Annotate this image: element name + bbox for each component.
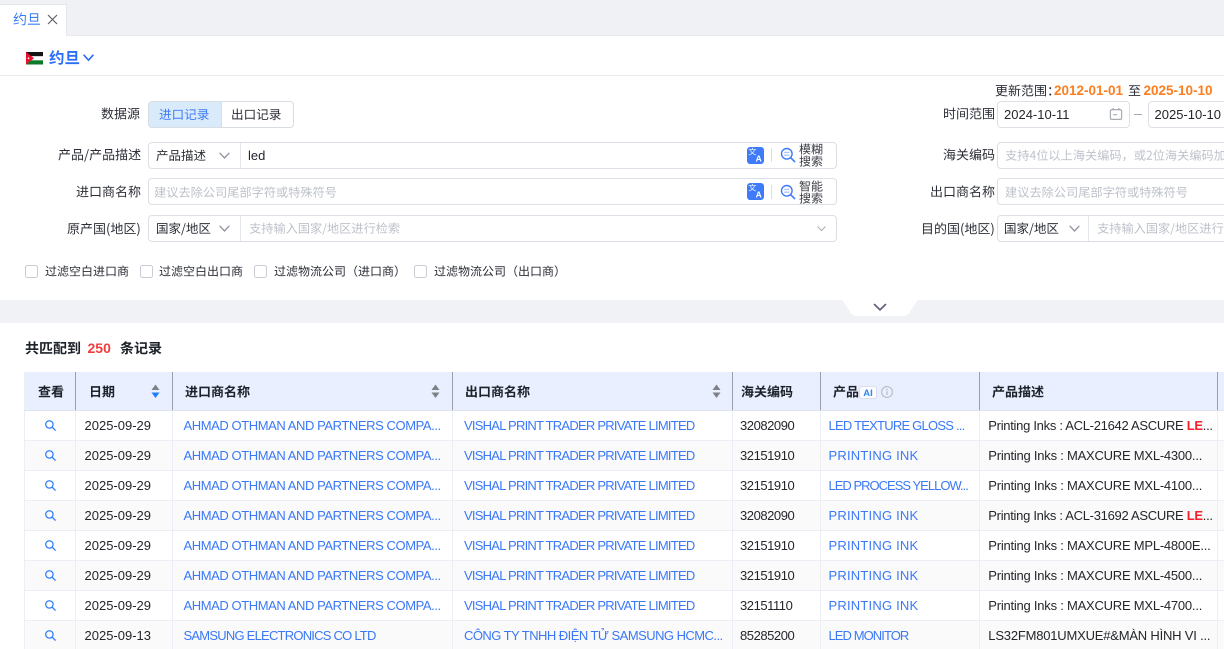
svg-text:A: A [755,153,761,163]
svg-text:AI: AI [863,388,873,399]
svg-text:A: A [755,190,761,200]
